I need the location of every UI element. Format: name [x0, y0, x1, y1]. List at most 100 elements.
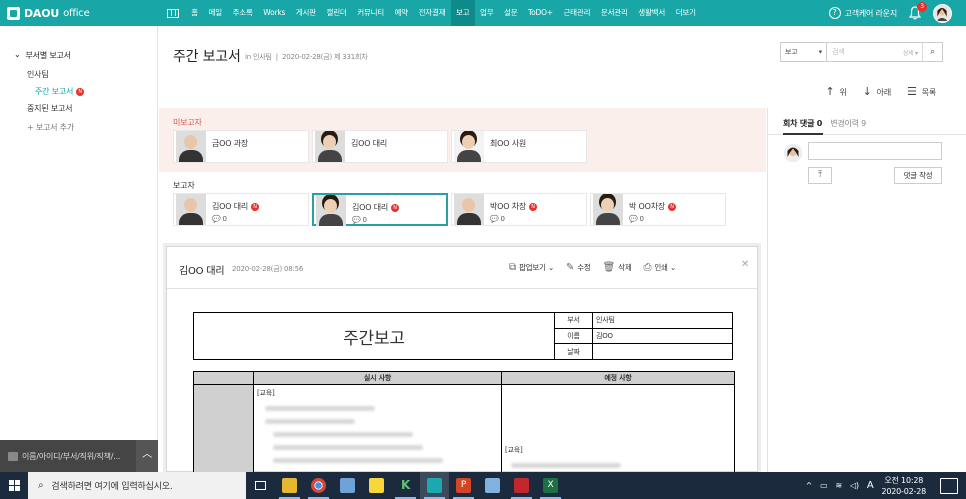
list-button[interactable]: ☰ 목록 — [907, 85, 936, 98]
unreported-person-card[interactable]: 김OO 대리 — [312, 130, 448, 163]
expand-up-icon[interactable]: ︿ — [136, 440, 158, 472]
prev-button[interactable]: ↑ 위 — [825, 85, 846, 98]
paint-icon[interactable] — [333, 472, 362, 499]
logo-icon — [7, 6, 20, 20]
menu-item-report[interactable]: 보고 — [450, 0, 475, 26]
person-photo — [176, 131, 206, 162]
report-content-table: 실시 사항 예정 사항 [교육] [교육] — [193, 371, 735, 477]
detail-search-toggle[interactable]: 상세 ▾ — [903, 48, 922, 57]
search-scope-select[interactable]: 보고 ▾ — [781, 43, 827, 61]
commenter-avatar — [784, 144, 802, 162]
chevron-up-icon[interactable]: ^ — [806, 481, 813, 490]
menu-item-community[interactable]: 커뮤니티 — [352, 0, 389, 26]
logo-text: DAOU — [24, 6, 60, 20]
tab-round-comments[interactable]: 회차 댓글 0 — [783, 118, 822, 129]
menu-item-more[interactable]: 더보기 — [670, 0, 701, 26]
user-avatar[interactable] — [933, 3, 952, 23]
reporter-card[interactable]: 김OO 대리 N 💬 0 — [173, 193, 309, 226]
wifi-icon[interactable]: ≋ — [835, 481, 842, 490]
windows-start-button[interactable] — [0, 472, 28, 499]
edit-button[interactable]: ✎ 수정 — [566, 262, 591, 273]
action-center-icon[interactable] — [940, 477, 958, 494]
popup-view-button[interactable]: ⧉ 팝업보기 ⌄ — [509, 262, 554, 273]
ime-indicator[interactable]: A — [867, 480, 874, 491]
arrow-down-icon: ↓ — [862, 85, 872, 98]
apps-grid-icon[interactable] — [167, 8, 179, 18]
report-search: 보고 ▾ 검색 상세 ▾ ⌕ — [780, 42, 943, 62]
plan-cell: [교육] — [501, 384, 735, 477]
attach-upload-button[interactable]: ⤒ — [808, 167, 832, 184]
page-title: 주간 보고서 — [173, 49, 241, 65]
write-comment-button[interactable]: 댓글 작성 — [894, 167, 942, 184]
unreported-section: 미보고자 금OO 과장 김OO 대리 최OO 사원 — [159, 108, 766, 172]
trash-icon: 🗑 — [602, 262, 616, 273]
reporter-card-selected[interactable]: 김OO 대리 N 💬 0 — [312, 193, 448, 226]
next-button[interactable]: ↓ 아래 — [862, 85, 892, 98]
sidebar-add-report[interactable]: + 보고서 추가 — [27, 122, 74, 133]
report-date: 2020-02-28(금) 08:56 — [232, 265, 304, 273]
excel-icon[interactable]: X — [536, 472, 565, 499]
printer-icon: ⎙ — [643, 262, 652, 273]
col-done-header: 실시 사항 — [253, 371, 502, 385]
menu-item-home[interactable]: 홈 — [186, 0, 203, 26]
reporter-card[interactable]: 박OO 차장 N 💬 0 — [451, 193, 587, 226]
main-menu: 홈 메일 주소록 Works 게시판 캘린더 커뮤니티 예약 전자결재 보고 업… — [157, 0, 701, 26]
menu-item-calendar[interactable]: 캘린더 — [321, 0, 352, 26]
org-search-bar[interactable]: 이름/아이디/부서/직위/직책/... ︿ — [0, 440, 158, 472]
acrobat-icon[interactable] — [507, 472, 536, 499]
col-plan-header: 예정 사항 — [501, 371, 735, 385]
unreported-person-card[interactable]: 금OO 과장 — [173, 130, 309, 163]
unreported-person-card[interactable]: 최OO 사원 — [451, 130, 587, 163]
task-view-icon[interactable] — [246, 472, 275, 499]
taskbar-clock[interactable]: 오전 10:28 2020-02-28 — [882, 475, 927, 497]
notification-bell[interactable]: 3 — [908, 2, 927, 20]
search-input[interactable]: 검색 — [827, 47, 903, 57]
chrome-icon[interactable] — [304, 472, 333, 499]
menu-item-works[interactable]: Works — [258, 0, 291, 26]
menu-item-reservation[interactable]: 예약 — [389, 0, 413, 26]
comment-input[interactable] — [808, 142, 942, 160]
taskbar-search[interactable]: ⌕ 검색하려면 여기에 입력하십시오. — [28, 472, 246, 499]
print-button[interactable]: ⎙ 인쇄 ⌄ — [644, 262, 677, 273]
sidebar-item-dept[interactable]: 인사팀 — [27, 69, 49, 80]
powerpoint-icon[interactable]: P — [449, 472, 478, 499]
sidebar-item-weekly-report[interactable]: 주간 보고서 N — [35, 86, 85, 97]
plus-icon: + — [27, 123, 36, 132]
new-badge: N — [391, 203, 400, 212]
unreported-label: 미보고자 — [173, 118, 202, 127]
menu-item-survey[interactable]: 설문 — [499, 0, 523, 26]
close-icon[interactable]: ✕ — [741, 259, 749, 270]
menu-item-docs[interactable]: 문서관리 — [596, 0, 633, 26]
menu-item-approval[interactable]: 전자결재 — [413, 0, 450, 26]
search-icon[interactable]: ⌕ — [922, 43, 942, 61]
menu-item-todo[interactable]: ToDO+ — [523, 0, 558, 26]
reporter-card[interactable]: 박 OO차장 N 💬 0 — [590, 193, 726, 226]
sidebar-item-stopped-reports[interactable]: 중지된 보고서 — [27, 103, 73, 114]
menu-item-board[interactable]: 게시판 — [291, 0, 322, 26]
menu-item-attendance[interactable]: 근태관리 — [558, 0, 595, 26]
reporters-label: 보고자 — [173, 181, 195, 190]
menu-item-handbook[interactable]: 생활백서 — [633, 0, 670, 26]
k-app-icon[interactable]: K — [391, 472, 420, 499]
tab-change-history[interactable]: 변경이력 9 — [830, 118, 866, 129]
daou-office-logo[interactable]: DAOU office — [7, 6, 157, 20]
file-explorer-icon[interactable] — [275, 472, 304, 499]
menu-item-contacts[interactable]: 주소록 — [227, 0, 258, 26]
new-badge: N — [76, 87, 85, 96]
plan-section-label: [교육] — [505, 446, 523, 454]
edit-icon: ✎ — [566, 262, 575, 273]
network-icon[interactable]: ▭ — [820, 481, 828, 490]
customer-care-link[interactable]: ? 고객케어 라운지 — [828, 7, 897, 19]
org-chart-icon — [8, 451, 18, 461]
daou-app-icon[interactable] — [420, 472, 449, 499]
menu-item-task[interactable]: 업무 — [475, 0, 499, 26]
capture-app-icon[interactable] — [478, 472, 507, 499]
sticky-notes-icon[interactable] — [362, 472, 391, 499]
arrow-up-icon: ↑ — [825, 85, 835, 98]
volume-icon[interactable]: ◁) — [850, 481, 859, 490]
menu-item-mail[interactable]: 메일 — [203, 0, 227, 26]
sidebar-dept-report-header[interactable]: ⌄ 부서별 보고서 — [14, 50, 71, 61]
report-title: 주간보고 — [193, 312, 555, 360]
delete-button[interactable]: 🗑 삭제 — [603, 262, 632, 273]
org-search-placeholder: 이름/아이디/부서/직위/직책/... — [22, 451, 121, 461]
